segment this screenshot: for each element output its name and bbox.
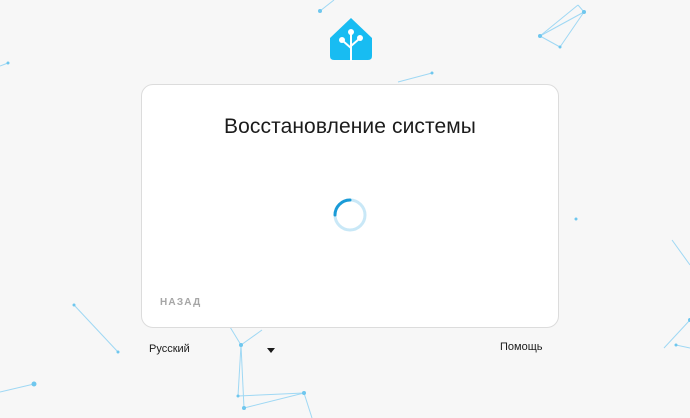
language-select[interactable]: Русский (149, 340, 277, 360)
language-selected-label: Русский (149, 343, 190, 355)
card-title: Восстановление системы (224, 115, 476, 138)
home-assistant-logo-icon (328, 16, 374, 62)
loading-spinner-icon (332, 197, 368, 233)
chevron-down-icon (267, 348, 275, 353)
restore-card: Восстановление системы НАЗАД (141, 84, 559, 328)
back-button[interactable]: НАЗАД (152, 291, 209, 314)
help-link[interactable]: Помощь (500, 341, 543, 353)
